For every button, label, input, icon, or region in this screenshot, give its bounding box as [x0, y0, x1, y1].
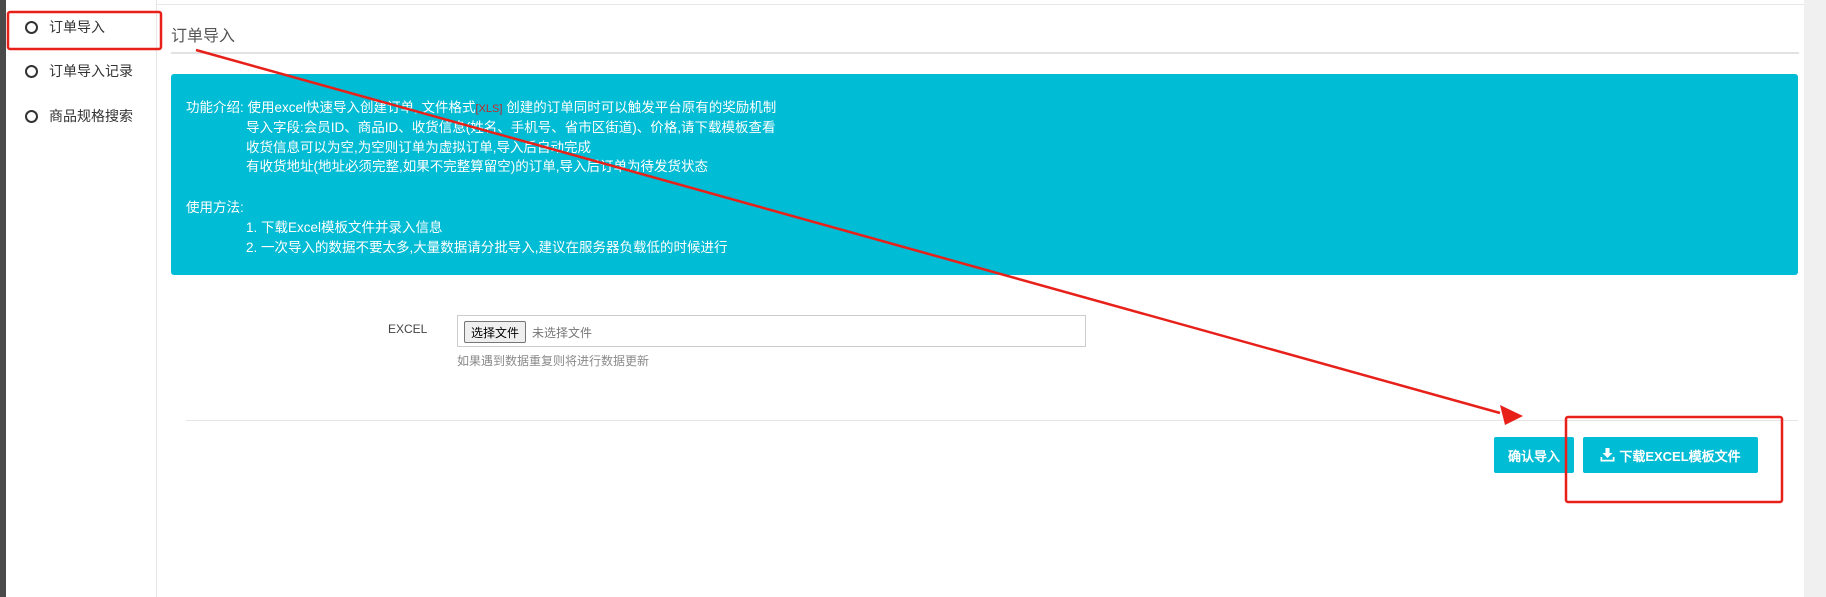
choose-file-button[interactable]: 选择文件: [464, 321, 527, 343]
top-divider: [157, 4, 1804, 5]
usage-title: 使用方法:: [186, 200, 244, 215]
window-right-edge: [1804, 0, 1826, 597]
sidebar-item-spec-search[interactable]: 商品规格搜索: [6, 99, 156, 133]
download-template-label: 下载EXCEL模板文件: [1619, 448, 1741, 464]
download-template-button[interactable]: 下载EXCEL模板文件: [1583, 437, 1758, 473]
info-virtual-order-line: 收货信息可以为空,为空则订单为虚拟订单,导入后自动完成: [246, 140, 592, 155]
usage-step-2: 2. 一次导入的数据不要太多,大量数据请分批导入,建议在服务器负载低的时候进行: [246, 240, 728, 255]
form-divider: [186, 420, 1798, 421]
info-box: 功能介绍: 使用excel快速导入创建订单, 文件格式[XLS] 创建的订单同时…: [171, 74, 1798, 275]
file-format-highlight: [XLS]: [475, 103, 503, 115]
page-title: 订单导入: [171, 28, 236, 45]
circle-bullet-icon: [25, 20, 38, 34]
confirm-import-label: 确认导入: [1507, 448, 1560, 464]
title-underline: [171, 52, 1799, 54]
excel-file-input[interactable]: 选择文件 未选择文件: [457, 315, 1086, 347]
confirm-import-button[interactable]: 确认导入: [1494, 437, 1574, 473]
help-text: 如果遇到数据重复则将进行数据更新: [457, 354, 650, 368]
download-icon: [1600, 448, 1615, 462]
info-fields-line: 导入字段:会员ID、商品ID、收货信息(姓名、手机号、省市区街道)、价格,请下载…: [246, 120, 776, 135]
info-intro-line: 功能介绍: 使用excel快速导入创建订单, 文件格式[XLS] 创建的订单同时…: [186, 100, 777, 115]
excel-label: EXCEL: [388, 322, 428, 336]
sidebar-item-label: 订单导入记录: [49, 63, 133, 79]
sidebar: [6, 0, 157, 597]
circle-bullet-icon: [25, 64, 38, 78]
sidebar-item-label: 订单导入: [49, 19, 105, 35]
file-status-text: 未选择文件: [532, 326, 593, 340]
usage-step-1: 1. 下载Excel模板文件并录入信息: [246, 220, 443, 235]
info-address-line: 有收货地址(地址必须完整,如果不完整算留空)的订单,导入后订单为待发货状态: [246, 159, 708, 174]
app-root: 订单导入 订单导入记录 商品规格搜索 订单导入 功能介绍: 使用excel快速导…: [0, 0, 1826, 597]
sidebar-item-order-import[interactable]: 订单导入: [6, 10, 156, 44]
sidebar-item-import-records[interactable]: 订单导入记录: [6, 54, 156, 88]
circle-bullet-icon: [25, 109, 38, 123]
sidebar-item-label: 商品规格搜索: [49, 108, 133, 124]
